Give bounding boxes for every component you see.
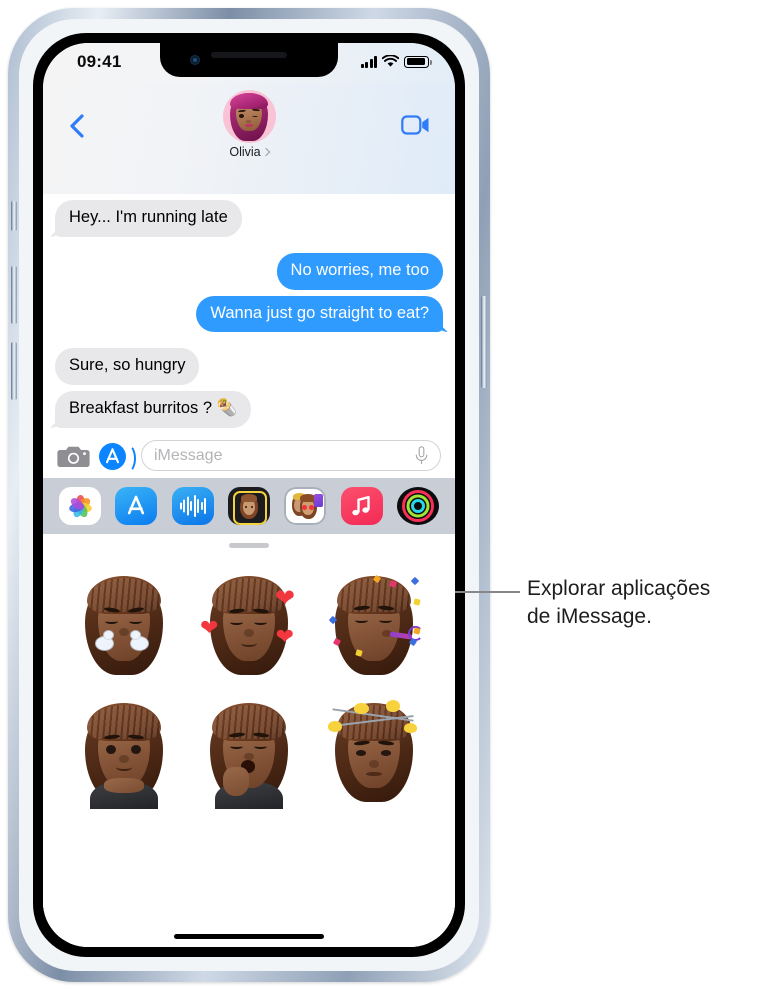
memoji-sticker-party-horn[interactable] [324, 570, 424, 682]
sticker-cell [312, 689, 437, 816]
music-app-icon[interactable] [340, 487, 383, 525]
sticker-cell: ❤ ❤ ❤ [186, 562, 311, 689]
fitness-app-icon[interactable] [396, 487, 439, 525]
wifi-icon [382, 55, 399, 67]
sticker-cell [61, 562, 186, 689]
sticker-grid: ❤ ❤ ❤ [43, 548, 455, 816]
sticker-cell [61, 689, 186, 816]
facetime-button[interactable] [401, 113, 431, 137]
contact-header-button[interactable]: Olivia [179, 90, 319, 159]
volume-up-button[interactable] [11, 266, 17, 324]
callout-line-1: Explorar aplicações [527, 577, 711, 600]
memoji-sticker-panel[interactable]: ❤ ❤ ❤ [43, 534, 455, 947]
memoji-sticker-shy-smile[interactable] [74, 697, 174, 809]
memoji-sticker-angry-steam[interactable] [74, 570, 174, 682]
memoji-camera-app-icon[interactable] [227, 487, 270, 525]
message-row: Hey... I'm running late [43, 200, 455, 237]
status-time: 09:41 [77, 52, 122, 71]
contact-name: Olivia [229, 145, 261, 159]
device-mid-frame: 09:41 Olivia Hey... I'm running late No … [19, 19, 479, 971]
app-store-arc-icon [119, 443, 136, 473]
imessage-app-drawer[interactable] [43, 478, 455, 534]
sticker-cell [186, 689, 311, 816]
message-row: No worries, me too [43, 252, 455, 290]
callout-label: Explorar aplicações de iMessage. [527, 575, 782, 630]
conversation-nav-bar: Olivia [43, 83, 455, 194]
memoji-sticker-hearts[interactable]: ❤ ❤ ❤ [199, 570, 299, 682]
chevron-left-icon [70, 114, 84, 138]
device-bezel: 09:41 Olivia Hey... I'm running late No … [33, 33, 465, 957]
front-camera-icon [190, 55, 200, 65]
cellular-bars-icon [360, 56, 377, 68]
memoji-sticker-preview-3 [314, 494, 324, 507]
back-button[interactable] [63, 111, 93, 141]
device-notch [160, 43, 338, 77]
memoji-sticker-birds[interactable] [324, 697, 424, 809]
audio-message-app-icon[interactable] [171, 487, 214, 525]
message-bubble-incoming[interactable]: Sure, so hungry [55, 348, 200, 386]
volume-down-button[interactable] [11, 342, 17, 400]
camera-icon [57, 446, 90, 467]
camera-button[interactable] [57, 443, 90, 469]
music-note-icon [351, 496, 370, 516]
iphone-device-frame: 09:41 Olivia Hey... I'm running late No … [8, 8, 490, 982]
app-store-app-icon[interactable] [115, 487, 158, 525]
memoji-head-icon [237, 493, 261, 521]
message-bubble-outgoing[interactable]: No worries, me too [276, 252, 443, 290]
home-indicator[interactable] [174, 934, 324, 939]
message-row: Wanna just go straight to eat? [43, 295, 455, 333]
contact-name-row: Olivia [179, 146, 319, 159]
memoji-sticker-yawn[interactable] [199, 697, 299, 809]
side-power-button[interactable] [481, 296, 487, 388]
imessage-apps-button[interactable] [99, 441, 136, 473]
olivia-memoji-avatar [223, 90, 276, 143]
microphone-icon[interactable] [415, 446, 428, 465]
status-indicators [360, 54, 432, 68]
phone-screen: 09:41 Olivia Hey... I'm running late No … [43, 43, 455, 947]
mute-switch-button[interactable] [11, 201, 17, 231]
memoji-stickers-app-icon[interactable] [284, 487, 327, 525]
search-input[interactable]: iMessage [141, 440, 441, 471]
message-input-bar: iMessage [43, 433, 455, 478]
message-row: Breakfast burritos ? 🌯 [43, 391, 455, 428]
sticker-cell [312, 562, 437, 689]
message-input-placeholder: iMessage [154, 446, 223, 464]
message-bubble-incoming[interactable]: Breakfast burritos ? 🌯 [55, 391, 252, 428]
message-bubble-outgoing[interactable]: Wanna just go straight to eat? [196, 295, 443, 333]
video-camera-icon [401, 115, 429, 135]
chevron-right-icon [261, 147, 270, 156]
avatar [222, 90, 276, 143]
battery-full-icon [404, 55, 432, 68]
app-store-glyph [128, 495, 145, 515]
message-bubble-incoming[interactable]: Hey... I'm running late [55, 200, 242, 237]
photos-app-icon[interactable] [59, 487, 101, 525]
callout-line-2: de iMessage. [527, 604, 652, 628]
earpiece-speaker-icon [211, 52, 287, 58]
message-row: Sure, so hungry [43, 348, 455, 386]
screenshot-root: 09:41 Olivia Hey... I'm running late No … [0, 0, 782, 990]
